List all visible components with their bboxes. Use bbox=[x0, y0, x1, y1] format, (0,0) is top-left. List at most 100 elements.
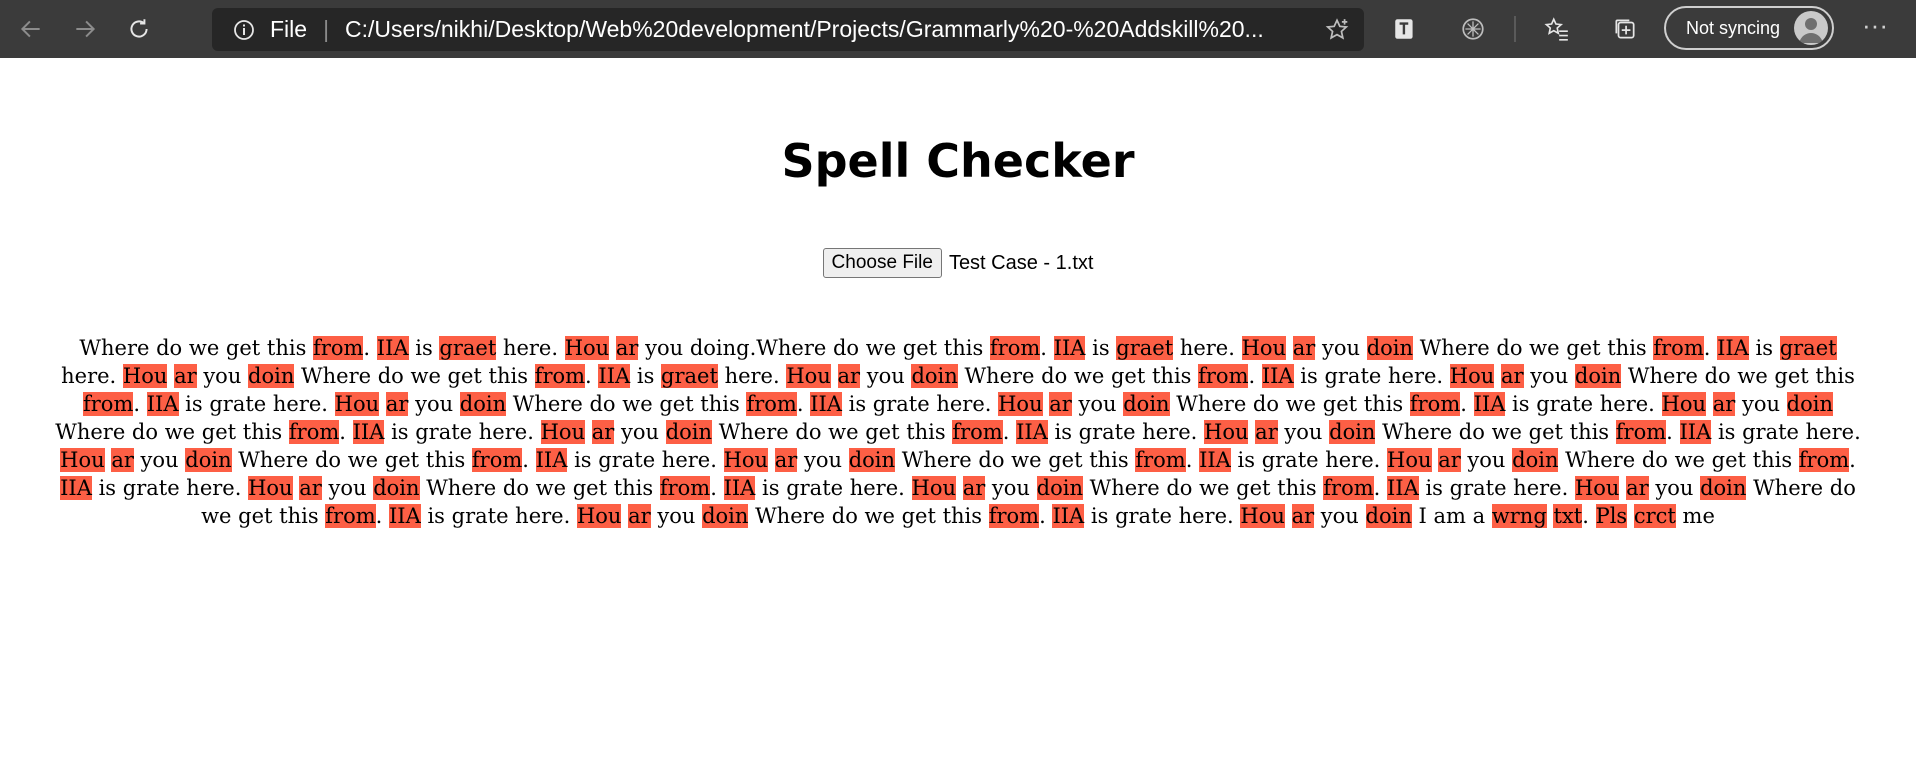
result-text: is bbox=[1085, 336, 1117, 360]
result-text: . bbox=[375, 504, 390, 528]
misspelled-word: Hou bbox=[248, 476, 293, 500]
result-text: I am a bbox=[1411, 504, 1492, 528]
result-text: Where do we get this bbox=[231, 448, 472, 472]
result-text: is grate here. bbox=[91, 476, 249, 500]
misspelled-word: doin bbox=[1365, 504, 1412, 528]
misspelled-word: IIA bbox=[352, 420, 385, 444]
result-text: you bbox=[1277, 420, 1330, 444]
misspelled-word: from bbox=[1798, 448, 1850, 472]
result-text: . bbox=[796, 392, 811, 416]
misspelled-word: graet bbox=[1116, 336, 1174, 360]
result-text: me bbox=[1675, 504, 1715, 528]
result-text: . bbox=[1039, 504, 1053, 528]
misspelled-word: ar bbox=[1292, 336, 1316, 360]
misspelled-word: ar bbox=[962, 476, 986, 500]
misspelled-word: graet bbox=[661, 364, 718, 388]
result-text: is grate here. bbox=[1711, 420, 1861, 444]
result-text: . bbox=[133, 392, 147, 416]
result-text: is grate here. bbox=[1230, 448, 1388, 472]
result-text bbox=[768, 448, 775, 472]
favorites-icon[interactable] bbox=[1542, 14, 1572, 44]
misspelled-word: IIA bbox=[723, 476, 756, 500]
refresh-button[interactable] bbox=[116, 6, 162, 52]
misspelled-word: from bbox=[1653, 336, 1704, 360]
result-text: here. bbox=[496, 336, 565, 360]
misspelled-word: from bbox=[83, 392, 134, 416]
result-text: is grate here. bbox=[1047, 420, 1204, 444]
misspelled-word: Hou bbox=[911, 476, 956, 500]
misspelled-word: IIA bbox=[1679, 420, 1712, 444]
result-text: you bbox=[1648, 476, 1701, 500]
misspelled-word: doin bbox=[1329, 420, 1376, 444]
misspelled-word: IIA bbox=[1261, 364, 1294, 388]
result-text: you bbox=[1314, 504, 1366, 528]
forward-icon bbox=[76, 20, 96, 38]
forward-button[interactable] bbox=[62, 6, 108, 52]
toolbar-divider bbox=[1514, 16, 1516, 42]
file-input[interactable]: Choose File Test Case - 1.txt bbox=[0, 248, 1916, 278]
result-text: . bbox=[522, 448, 536, 472]
translate-icon[interactable] bbox=[1390, 14, 1420, 44]
result-text: is bbox=[1748, 336, 1780, 360]
back-button[interactable] bbox=[8, 6, 54, 52]
misspelled-word: Hou bbox=[998, 392, 1043, 416]
result-text: you doing.Where do we get this bbox=[638, 336, 990, 360]
result-text: is grate here. bbox=[1418, 476, 1575, 500]
misspelled-word: ar bbox=[299, 476, 322, 500]
result-text: . bbox=[585, 364, 599, 388]
result-text: . bbox=[339, 420, 353, 444]
result-text: you bbox=[650, 504, 703, 528]
result-text: Where do we get this bbox=[55, 420, 289, 444]
result-text bbox=[1285, 504, 1292, 528]
result-text: . bbox=[1460, 392, 1474, 416]
more-icon[interactable]: ··· bbox=[1860, 12, 1890, 44]
browser-toolbar: File | C:/Users/nikhi/Desktop/Web%20deve… bbox=[0, 0, 1916, 58]
misspelled-word: doin bbox=[702, 504, 749, 528]
misspelled-word: IIA bbox=[60, 476, 92, 500]
result-text: you bbox=[321, 476, 374, 500]
misspelled-word: IIA bbox=[146, 392, 179, 416]
misspelled-word: doin bbox=[459, 392, 507, 416]
result-text: Where do we get this bbox=[419, 476, 660, 500]
result-text: you bbox=[1735, 392, 1787, 416]
misspelled-word: Hou bbox=[576, 504, 622, 528]
misspelled-word: Hou bbox=[334, 392, 380, 416]
misspelled-word: ar bbox=[1712, 392, 1736, 416]
misspelled-word: doin bbox=[1786, 392, 1833, 416]
result-text: Where do we get this bbox=[1413, 336, 1654, 360]
result-text: is grate here. bbox=[178, 392, 335, 416]
result-text: is bbox=[408, 336, 440, 360]
info-icon[interactable] bbox=[232, 18, 256, 42]
misspelled-word: IIA bbox=[389, 504, 421, 528]
star-icon[interactable] bbox=[1324, 17, 1350, 43]
result-text bbox=[585, 420, 592, 444]
address-url[interactable]: C:/Users/nikhi/Desktop/Web%20development… bbox=[345, 16, 1305, 43]
result-text bbox=[956, 476, 963, 500]
misspelled-word: IIA bbox=[1199, 448, 1231, 472]
misspelled-word: ar bbox=[385, 392, 409, 416]
misspelled-word: IIA bbox=[535, 448, 568, 472]
profile-icon bbox=[1794, 11, 1828, 45]
result-text: you bbox=[408, 392, 460, 416]
misspelled-word: IIA bbox=[810, 392, 842, 416]
misspelled-word: ar bbox=[837, 364, 861, 388]
misspelled-word: IIA bbox=[1016, 420, 1048, 444]
choose-file-button[interactable]: Choose File bbox=[822, 248, 942, 278]
result-text: Where do we get this bbox=[957, 364, 1199, 388]
misspelled-word: Hou bbox=[60, 448, 105, 472]
collections-icon[interactable] bbox=[1610, 14, 1640, 44]
misspelled-word: ar bbox=[615, 336, 639, 360]
profile-sync-button[interactable]: Not syncing bbox=[1664, 6, 1834, 50]
result-text: Where do we get this bbox=[1375, 420, 1616, 444]
result-text: Where do we get this bbox=[895, 448, 1136, 472]
result-text: Where do we get this bbox=[294, 364, 535, 388]
misspelled-word: doin bbox=[665, 420, 713, 444]
result-text: you bbox=[985, 476, 1037, 500]
result-text: . bbox=[1582, 504, 1596, 528]
result-text: you bbox=[1315, 336, 1367, 360]
misspelled-word: graet bbox=[1779, 336, 1837, 360]
address-bar[interactable]: File | C:/Users/nikhi/Desktop/Web%20deve… bbox=[212, 8, 1364, 51]
extension-icon[interactable] bbox=[1458, 14, 1488, 44]
result-text: . bbox=[1373, 476, 1388, 500]
misspelled-word: doin bbox=[373, 476, 420, 500]
